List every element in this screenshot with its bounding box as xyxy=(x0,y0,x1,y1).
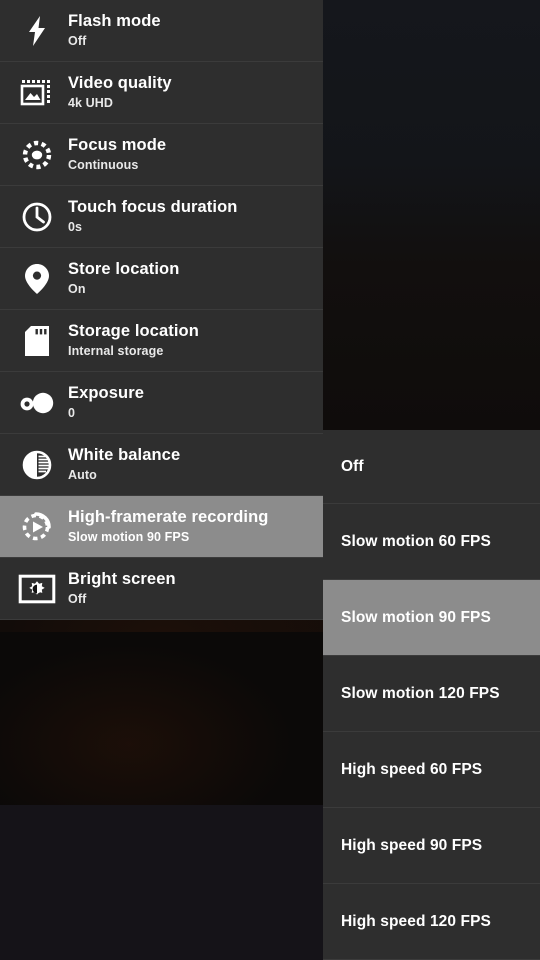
setting-value: Off xyxy=(68,34,87,48)
setting-text: Storage location Internal storage xyxy=(64,322,199,359)
setting-text: Focus mode Continuous xyxy=(64,136,166,173)
option-label: Slow motion 90 FPS xyxy=(341,608,491,626)
setting-value: On xyxy=(68,282,86,296)
sd-card-icon xyxy=(10,324,64,358)
setting-title: Exposure xyxy=(68,384,144,402)
setting-row-video-quality[interactable]: Video quality 4k UHD xyxy=(0,62,323,124)
setting-title: High-framerate recording xyxy=(68,508,269,526)
option-slow-motion-120-fps[interactable]: Slow motion 120 FPS xyxy=(323,656,540,732)
option-label: Slow motion 60 FPS xyxy=(341,532,491,550)
option-label: Off xyxy=(341,457,364,475)
option-high-speed-90-fps[interactable]: High speed 90 FPS xyxy=(323,808,540,884)
setting-row-touch-focus-duration[interactable]: Touch focus duration 0s xyxy=(0,186,323,248)
setting-value: Continuous xyxy=(68,158,139,172)
setting-row-white-balance[interactable]: White balance Auto xyxy=(0,434,323,496)
bright-screen-icon xyxy=(10,574,64,604)
camera-preview-lower-left xyxy=(0,632,323,805)
option-high-speed-60-fps[interactable]: High speed 60 FPS xyxy=(323,732,540,808)
setting-row-store-location[interactable]: Store location On xyxy=(0,248,323,310)
setting-row-exposure[interactable]: Exposure 0 xyxy=(0,372,323,434)
option-label: High speed 60 FPS xyxy=(341,760,483,778)
high-framerate-icon xyxy=(10,510,64,544)
setting-value: 0s xyxy=(68,220,83,234)
setting-text: Touch focus duration 0s xyxy=(64,198,237,235)
setting-title: Flash mode xyxy=(68,12,161,30)
high-framerate-options-panel: Off Slow motion 60 FPS Slow motion 90 FPS S… xyxy=(323,430,540,960)
setting-title: Video quality xyxy=(68,74,172,92)
option-label: High speed 90 FPS xyxy=(341,836,483,854)
settings-list: Flash mode Off Video quality 4k UHD Focus … xyxy=(0,0,323,620)
option-high-speed-120-fps[interactable]: High speed 120 FPS xyxy=(323,884,540,960)
setting-title: Store location xyxy=(68,260,180,278)
setting-text: High-framerate recording Slow motion 90 F… xyxy=(64,508,268,545)
focus-mode-icon xyxy=(10,138,64,172)
setting-title: Storage location xyxy=(68,322,199,340)
setting-row-high-framerate-recording[interactable]: High-framerate recording Slow motion 90 F… xyxy=(0,496,323,558)
camera-preview-bottom-strip xyxy=(0,805,323,960)
clock-icon xyxy=(10,200,64,234)
setting-value: Off xyxy=(68,592,87,606)
setting-row-storage-location[interactable]: Storage location Internal storage xyxy=(0,310,323,372)
option-label: High speed 120 FPS xyxy=(341,912,491,930)
setting-text: Store location On xyxy=(64,260,179,297)
setting-row-focus-mode[interactable]: Focus mode Continuous xyxy=(0,124,323,186)
setting-value: 0 xyxy=(68,406,76,420)
exposure-icon xyxy=(10,390,64,416)
option-slow-motion-90-fps[interactable]: Slow motion 90 FPS xyxy=(323,580,540,656)
option-slow-motion-60-fps[interactable]: Slow motion 60 FPS xyxy=(323,504,540,580)
setting-title: Focus mode xyxy=(68,136,167,154)
video-quality-icon xyxy=(10,78,64,108)
setting-value: Slow motion 90 FPS xyxy=(68,530,190,544)
setting-value: Internal storage xyxy=(68,344,164,358)
setting-text: Exposure 0 xyxy=(64,384,144,421)
option-off[interactable]: Off xyxy=(323,430,540,504)
setting-text: Flash mode Off xyxy=(64,12,161,49)
flash-icon xyxy=(10,14,64,48)
setting-value: Auto xyxy=(68,468,97,482)
setting-row-flash-mode[interactable]: Flash mode Off xyxy=(0,0,323,62)
location-pin-icon xyxy=(10,262,64,296)
setting-title: Bright screen xyxy=(68,570,176,588)
setting-text: Bright screen Off xyxy=(64,570,176,607)
setting-text: White balance Auto xyxy=(64,446,180,483)
setting-text: Video quality 4k UHD xyxy=(64,74,172,111)
setting-row-bright-screen[interactable]: Bright screen Off xyxy=(0,558,323,620)
setting-title: Touch focus duration xyxy=(68,198,238,216)
white-balance-icon xyxy=(10,448,64,482)
option-label: Slow motion 120 FPS xyxy=(341,684,500,702)
setting-title: White balance xyxy=(68,446,181,464)
camera-preview-upper-right xyxy=(323,0,540,430)
camera-settings-screen: Flash mode Off Video quality 4k UHD Focus … xyxy=(0,0,540,960)
setting-value: 4k UHD xyxy=(68,96,114,110)
